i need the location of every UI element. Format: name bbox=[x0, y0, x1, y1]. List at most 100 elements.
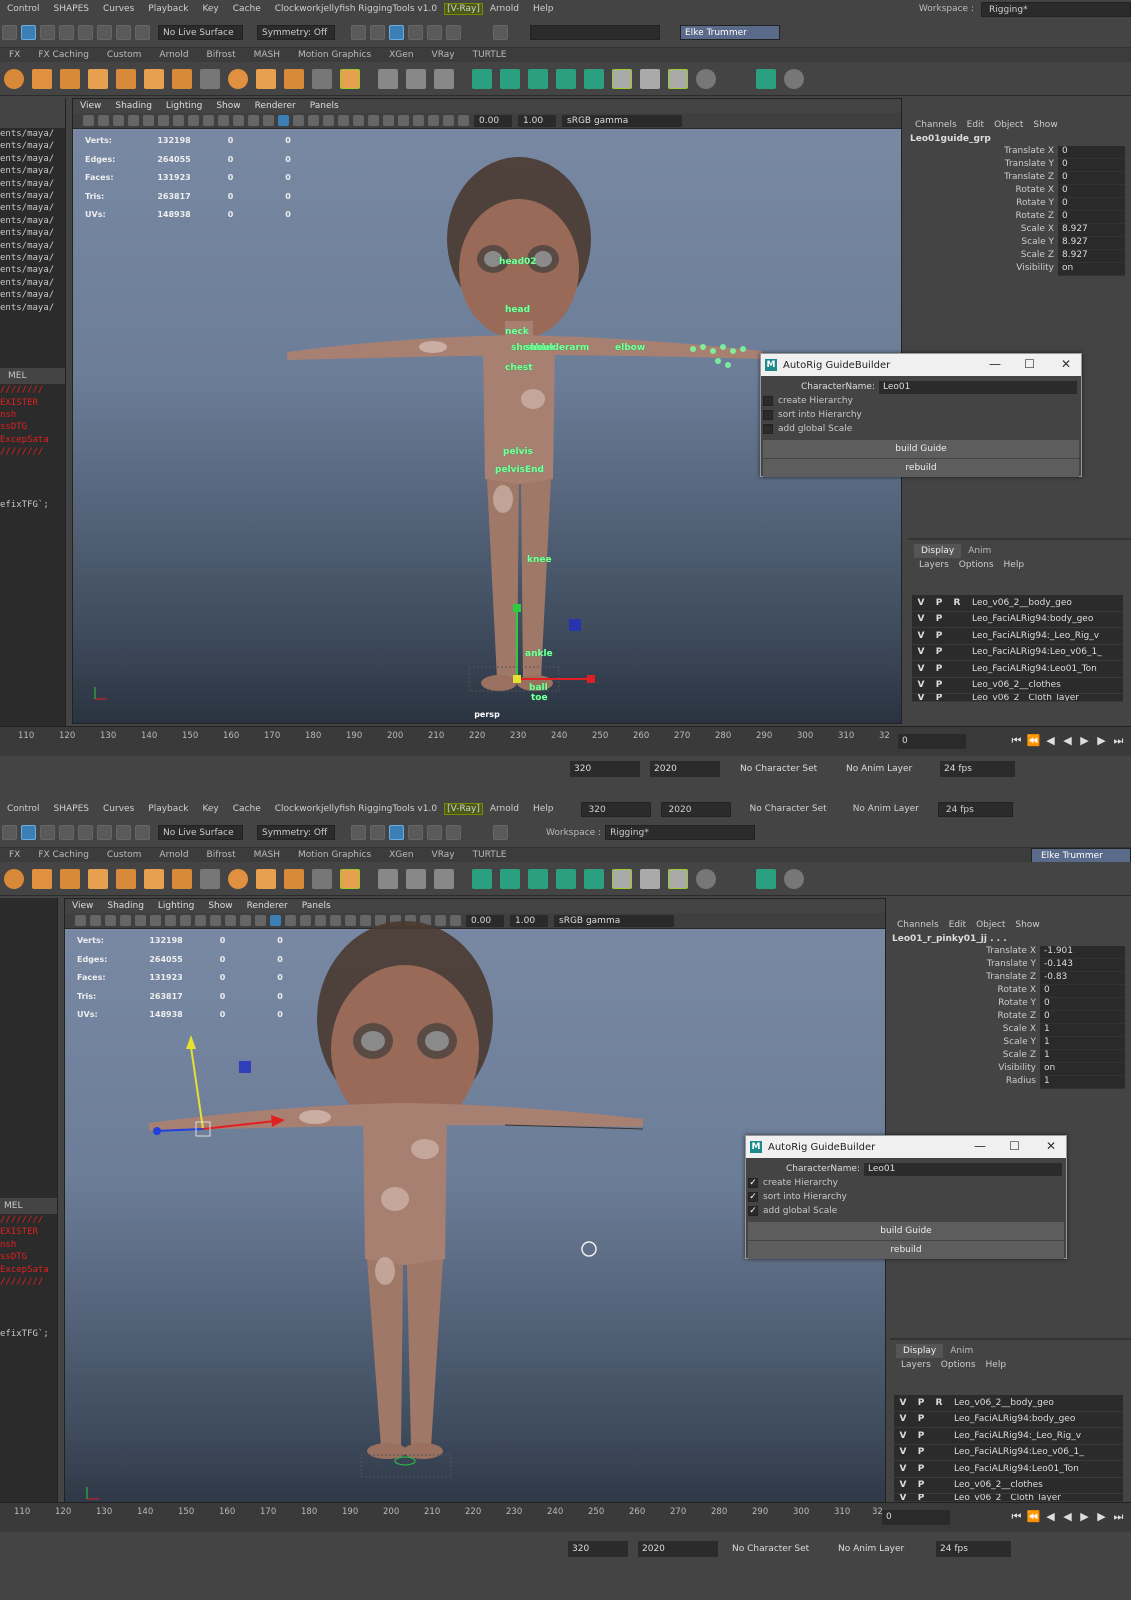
menu-riggingtools[interactable]: Clockworkjellyfish RiggingTools v1.0 bbox=[268, 4, 444, 14]
ipr-icon[interactable] bbox=[389, 825, 404, 840]
symmetry-field[interactable]: Symmetry: Off bbox=[257, 825, 335, 840]
shelf-tool-icon[interactable] bbox=[556, 868, 576, 889]
minimize-icon[interactable]: — bbox=[989, 357, 1001, 371]
shelf-tab-motion-graphics[interactable]: Motion Graphics bbox=[289, 50, 380, 60]
joint-pelvis[interactable]: pelvis bbox=[503, 447, 533, 457]
lock-icon[interactable] bbox=[59, 825, 74, 840]
shelf-tool-icon[interactable] bbox=[256, 868, 276, 889]
attr-scale-z[interactable]: Scale Z 8.927 bbox=[908, 250, 1131, 263]
select-hierarchy-icon[interactable] bbox=[2, 825, 17, 840]
fps-select[interactable]: 24 fps bbox=[940, 761, 1015, 777]
character-set-select[interactable]: No Character Set bbox=[743, 804, 834, 814]
range-end-field[interactable]: 2020 bbox=[650, 761, 720, 777]
joint-head02[interactable]: head02 bbox=[499, 257, 537, 267]
attr-translate-z[interactable]: Translate Z -0.83 bbox=[890, 972, 1131, 985]
attr-rotate-z[interactable]: Rotate Z0 bbox=[890, 1011, 1131, 1024]
attr-scale-x[interactable]: Scale X 8.927 bbox=[908, 224, 1131, 237]
shelf-tool-icon[interactable] bbox=[4, 68, 24, 89]
shelf-tool-icon[interactable] bbox=[378, 868, 398, 889]
shelf-tool-icon[interactable] bbox=[60, 868, 80, 889]
create-hierarchy-checkbox[interactable]: create Hierarchy bbox=[761, 394, 1081, 408]
go-end-icon[interactable]: ⏭ bbox=[1110, 1510, 1127, 1524]
step-forward-icon[interactable]: ▶ bbox=[1093, 1510, 1110, 1524]
maximize-icon[interactable]: ☐ bbox=[1024, 357, 1035, 371]
layer-row[interactable]: V P Leo_FaciALRig94:Leo_v06_1_ bbox=[912, 645, 1123, 661]
shelf-tab-turtle[interactable]: TURTLE bbox=[464, 850, 516, 860]
render-icon[interactable] bbox=[370, 25, 385, 40]
build-guide-button[interactable]: build Guide bbox=[763, 440, 1079, 458]
shelf-tab-turtle[interactable]: TURTLE bbox=[464, 50, 516, 60]
cb-menu-show[interactable]: Show bbox=[1028, 120, 1062, 130]
sidebar-toggle-icon[interactable] bbox=[493, 825, 508, 840]
shelf-tool-icon[interactable] bbox=[696, 868, 716, 889]
attr-scale-x[interactable]: Scale X1 bbox=[890, 1024, 1131, 1037]
ipr-icon[interactable] bbox=[389, 25, 404, 40]
close-icon[interactable]: ✕ bbox=[1061, 357, 1071, 371]
shelf-tool-icon[interactable] bbox=[144, 868, 164, 889]
layer-menu-options[interactable]: Options bbox=[936, 1360, 981, 1370]
attr-rotate-y[interactable]: Rotate Y0 bbox=[890, 998, 1131, 1011]
hypershade-icon[interactable] bbox=[427, 25, 442, 40]
menu-curves[interactable]: Curves bbox=[96, 804, 141, 814]
shelf-tool-icon[interactable] bbox=[172, 868, 192, 889]
shelf-tool-icon[interactable] bbox=[668, 868, 688, 889]
attr-visibility[interactable]: Visibility on bbox=[908, 263, 1131, 276]
range-end-field[interactable]: 2020 bbox=[638, 1541, 718, 1557]
snap-grid-icon[interactable] bbox=[78, 25, 93, 40]
shelf-tool-icon[interactable] bbox=[668, 68, 688, 89]
cb-menu-object[interactable]: Object bbox=[989, 120, 1028, 130]
layer-row[interactable]: V P Leo_v06_2__Cloth_layer bbox=[912, 694, 1123, 702]
layer-row[interactable]: V P Leo_v06_2__clothes bbox=[894, 1478, 1123, 1494]
script-input[interactable]: ////////EXISTER nsh ssDTG ExcepSata//////… bbox=[0, 1214, 57, 1288]
shelf-tool-icon[interactable] bbox=[528, 68, 548, 89]
shelf-tool-icon[interactable] bbox=[60, 68, 80, 89]
character-set-select[interactable]: No Character Set bbox=[728, 1541, 824, 1557]
workspace-select[interactable]: Rigging* bbox=[605, 825, 756, 840]
shelf-tool-icon[interactable] bbox=[228, 868, 248, 889]
joint-elbow[interactable]: elbow bbox=[615, 343, 645, 353]
cb-menu-channels[interactable]: Channels bbox=[910, 120, 962, 130]
menu-key[interactable]: Key bbox=[195, 4, 225, 14]
attr-rotate-x[interactable]: Rotate X0 bbox=[890, 985, 1131, 998]
shelf-tool-icon[interactable] bbox=[612, 68, 632, 89]
range-start-field[interactable]: 320 bbox=[570, 761, 640, 777]
shelf-tool-icon[interactable] bbox=[500, 868, 520, 889]
snap-curve-icon[interactable] bbox=[97, 825, 112, 840]
attr-rotate-z[interactable]: Rotate Z0 bbox=[908, 211, 1131, 224]
attr-visibility[interactable]: Visibility on bbox=[890, 1063, 1131, 1076]
shelf-tool-icon[interactable] bbox=[228, 68, 248, 89]
attr-rotate-x[interactable]: Rotate X0 bbox=[908, 185, 1131, 198]
shelf-tool-icon[interactable] bbox=[144, 68, 164, 89]
attr-translate-y[interactable]: Translate Y0 bbox=[908, 159, 1131, 172]
shelf-tool-icon[interactable] bbox=[612, 868, 632, 889]
snap-point-icon[interactable] bbox=[116, 825, 131, 840]
shelf-tab-vray[interactable]: VRay bbox=[423, 50, 464, 60]
render-icon[interactable] bbox=[370, 825, 385, 840]
shelf-tool-icon[interactable] bbox=[584, 68, 604, 89]
select-component-icon[interactable] bbox=[40, 825, 55, 840]
mel-tab[interactable]: MEL bbox=[0, 1198, 57, 1214]
layer-menu-options[interactable]: Options bbox=[954, 560, 999, 570]
attr-translate-y[interactable]: Translate Y -0.143 bbox=[890, 959, 1131, 972]
layer-row[interactable]: V P Leo_FaciALRig94:Leo01_Ton bbox=[912, 661, 1123, 678]
anim-layer-select[interactable]: No Anim Layer bbox=[842, 761, 932, 777]
script-input[interactable]: ////////EXISTER nsh ssDTG ExcepSata//////… bbox=[0, 384, 65, 458]
layer-row[interactable]: V P Leo_v06_2__Cloth_layer bbox=[894, 1494, 1123, 1502]
snap-curve-icon[interactable] bbox=[97, 25, 112, 40]
shelf-tool-icon[interactable] bbox=[784, 68, 804, 89]
shelf-tool-icon[interactable] bbox=[784, 868, 804, 889]
range-start-field[interactable]: 320 bbox=[568, 1541, 628, 1557]
character-name-input[interactable]: Leo01 bbox=[879, 380, 1077, 394]
step-back-icon[interactable]: ◀ bbox=[1042, 1510, 1059, 1524]
menu-help[interactable]: Help bbox=[526, 804, 561, 814]
attr-translate-x[interactable]: Translate X -1.901 bbox=[890, 946, 1131, 959]
tab-anim[interactable]: Anim bbox=[943, 1344, 980, 1358]
step-back-key-icon[interactable]: ⏪ bbox=[1025, 1510, 1042, 1524]
shelf-tab-xgen[interactable]: XGen bbox=[380, 50, 422, 60]
time-slider[interactable]: 110 120 130 140 150 160 170 180 190 200 210 220 230 2… bbox=[0, 1502, 1131, 1532]
shelf-tab-arnold[interactable]: Arnold bbox=[150, 50, 197, 60]
shelf-tool-icon[interactable] bbox=[200, 868, 220, 889]
shelf-tool-icon[interactable] bbox=[4, 868, 24, 889]
menu-key[interactable]: Key bbox=[195, 804, 225, 814]
shelf-tab-bifrost[interactable]: Bifrost bbox=[198, 850, 245, 860]
